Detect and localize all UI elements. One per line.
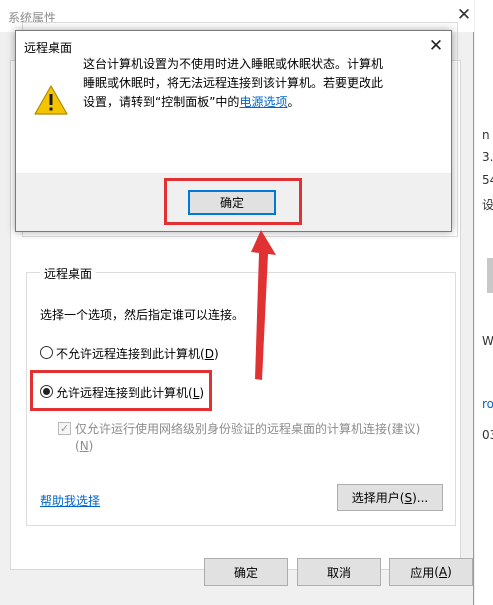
radio-allow-remote-label[interactable]: 允许远程连接到此计算机(L) bbox=[56, 384, 204, 401]
edge-fragment: 设 bbox=[482, 198, 493, 212]
dialog-message: 这台计算机设置为不使用时进入睡眠或休眠状态。计算机睡眠或休眠时，将无法远程连接到… bbox=[83, 57, 384, 109]
power-options-link[interactable]: 电源选项 bbox=[239, 95, 287, 109]
edge-fragment: 54 bbox=[482, 173, 493, 187]
nla-checkbox[interactable]: ✓ bbox=[58, 422, 71, 435]
edge-fragment: W bbox=[482, 334, 493, 348]
radio-allow-remote[interactable] bbox=[40, 385, 53, 398]
remote-desktop-group-title: 远程桌面 bbox=[40, 265, 97, 282]
apply-button[interactable]: 应用(A) bbox=[389, 558, 473, 586]
edge-fragment: 3. bbox=[482, 150, 493, 164]
radio-disallow-remote[interactable] bbox=[40, 346, 53, 359]
select-users-button[interactable]: 选择用户(S)... bbox=[337, 484, 443, 511]
ok-button[interactable]: 确定 bbox=[204, 558, 288, 586]
radio-disallow-remote-label[interactable]: 不允许远程连接到此计算机(D) bbox=[56, 345, 219, 362]
background-window-edge bbox=[475, 0, 493, 605]
help-me-choose-link[interactable]: 帮助我选择 bbox=[40, 492, 100, 509]
cancel-button[interactable]: 取消 bbox=[297, 558, 381, 586]
warning-icon bbox=[34, 85, 68, 115]
background-scrollbar-thumb[interactable] bbox=[487, 258, 493, 293]
remote-desktop-description: 选择一个选项，然后指定谁可以连接。 bbox=[40, 308, 245, 322]
nla-checkbox-label: 仅允许运行使用网络级别身份验证的远程桌面的计算机连接(建议) (N) bbox=[75, 422, 421, 453]
edge-fragment: 03 bbox=[482, 428, 493, 442]
dialog-title: 远程桌面 bbox=[24, 41, 73, 55]
dialog-close-icon[interactable]: ✕ bbox=[426, 36, 446, 56]
edge-fragment: n bbox=[482, 128, 490, 142]
edge-fragment: ro bbox=[482, 397, 493, 411]
dialog-ok-button[interactable]: 确定 bbox=[188, 190, 276, 215]
